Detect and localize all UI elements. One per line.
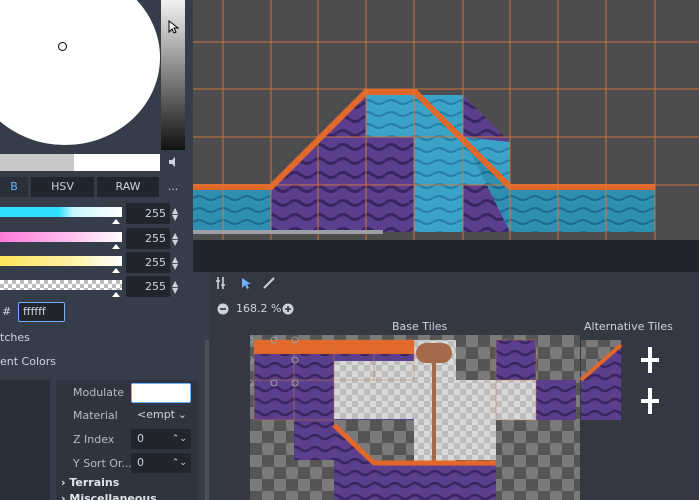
material-value: <empt <box>137 408 175 421</box>
recent-colors-area <box>0 380 50 500</box>
eyedropper-icon[interactable] <box>167 156 177 168</box>
water-tile <box>366 95 414 137</box>
z-index-field[interactable]: 0 ⌃⌄ <box>131 429 191 449</box>
alpha-channel-slider[interactable] <box>0 280 122 290</box>
modulate-color-button[interactable] <box>131 383 191 403</box>
tilemap-canvas[interactable] <box>193 0 699 240</box>
chevron-down-icon: ⌄ <box>177 408 187 421</box>
add-alternative-icon[interactable] <box>641 388 659 414</box>
z-index-label: Z Index <box>73 433 115 446</box>
spin-arrows-icon[interactable]: ⌃⌄ <box>172 429 187 449</box>
paint-brush-icon[interactable] <box>262 276 276 290</box>
material-label: Material <box>73 409 118 422</box>
add-alternative-icon[interactable] <box>641 347 659 373</box>
alpha-slider-grabber[interactable] <box>112 292 120 297</box>
red-slider-grabber[interactable] <box>112 219 120 224</box>
alpha-value-field[interactable]: 255 <box>126 276 170 297</box>
hex-hash-label: # <box>2 305 12 318</box>
alpha-spin-arrows[interactable]: ▲ ▼ <box>172 280 182 295</box>
purple-tile[interactable] <box>496 340 536 380</box>
inspector-panel: Modulate Material <empt ⌄ Z Index 0 ⌃⌄ Y S… <box>56 380 197 500</box>
green-spin-arrows[interactable]: ▲ ▼ <box>172 232 182 247</box>
light-tile-block[interactable] <box>456 380 538 420</box>
tab-hsv[interactable]: HSV <box>31 177 94 197</box>
tab-rgb[interactable]: B <box>0 177 28 197</box>
terrains-section[interactable]: › Terrains <box>61 476 119 489</box>
zoom-out-icon[interactable] <box>217 303 229 315</box>
terrains-label: Terrains <box>69 476 120 489</box>
tilemap-viewport[interactable] <box>193 0 699 240</box>
blue-slider-grabber[interactable] <box>112 268 120 273</box>
mouse-pointer-icon <box>168 20 180 34</box>
green-slider-grabber[interactable] <box>112 244 120 249</box>
y-sort-field[interactable]: 0 ⌃⌄ <box>131 453 191 473</box>
viewport-horizontal-scrollbar[interactable] <box>193 230 383 234</box>
tileset-atlas[interactable] <box>250 335 699 500</box>
zoom-in-icon[interactable] <box>282 303 294 315</box>
panel-divider[interactable] <box>193 240 699 272</box>
current-color-preview[interactable] <box>74 154 160 171</box>
water-tile <box>193 190 271 232</box>
miscellaneous-label: Miscellaneous <box>69 492 157 500</box>
light-tile[interactable] <box>456 420 496 460</box>
editor-root: B HSV RAW ... 255 ▲ ▼ 255 ▲ ▼ 255 ▲ ▼ 255 ▲… <box>0 0 699 500</box>
spin-arrows-icon[interactable]: ⌃⌄ <box>172 453 187 473</box>
select-tool-icon[interactable] <box>239 276 253 290</box>
zoom-level[interactable]: 168.2 % <box>236 302 281 315</box>
base-tiles-title: Base Tiles <box>392 320 448 333</box>
red-value-field[interactable]: 255 <box>126 203 170 224</box>
hex-color-input[interactable]: ffffff <box>18 302 65 322</box>
green-value-field[interactable]: 255 <box>126 228 170 249</box>
miscellaneous-section[interactable]: › Miscellaneous <box>61 492 157 500</box>
modulate-label: Modulate <box>73 386 125 399</box>
red-channel-slider[interactable] <box>0 207 122 217</box>
y-sort-label: Y Sort Or... <box>73 457 132 470</box>
alternative-tiles-title: Alternative Tiles <box>584 320 673 333</box>
blue-value-field[interactable]: 255 <box>126 252 170 273</box>
panel-vertical-scrollbar[interactable] <box>205 340 209 500</box>
blue-channel-slider[interactable] <box>0 256 122 266</box>
swatches-toggle[interactable]: tches <box>0 331 30 344</box>
material-dropdown[interactable]: <empt ⌄ <box>131 405 191 425</box>
mode-menu-button[interactable]: ... <box>166 177 180 197</box>
setup-tool-icon[interactable] <box>215 276 229 290</box>
previous-color-preview[interactable] <box>0 154 74 171</box>
tree-top-tile[interactable] <box>416 343 452 363</box>
purple-tile[interactable] <box>536 380 576 420</box>
recent-colors-toggle[interactable]: ent Colors <box>0 355 56 368</box>
z-index-value: 0 <box>137 432 144 445</box>
color-wheel-cursor[interactable] <box>58 42 67 51</box>
blue-spin-arrows[interactable]: ▲ ▼ <box>172 256 182 271</box>
tab-raw[interactable]: RAW <box>97 177 159 197</box>
green-channel-slider[interactable] <box>0 232 122 242</box>
y-sort-value: 0 <box>137 456 144 469</box>
red-spin-arrows[interactable]: ▲ ▼ <box>172 207 182 222</box>
purple-tile[interactable] <box>294 420 334 460</box>
